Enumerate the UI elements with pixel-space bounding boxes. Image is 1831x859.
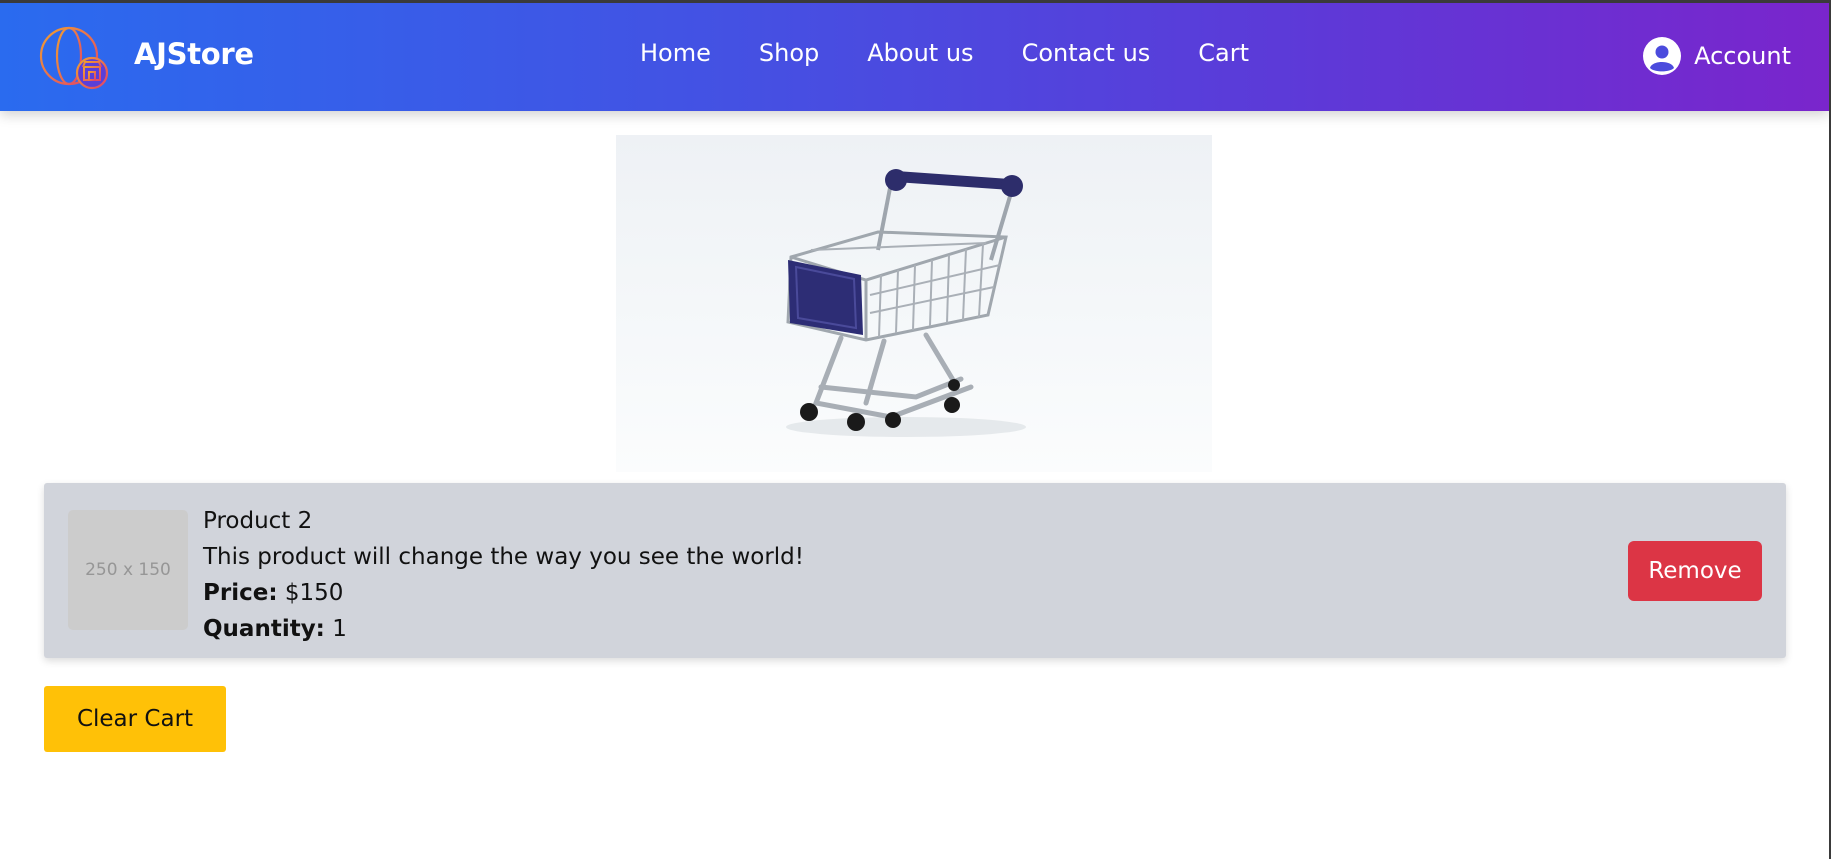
price-label: Price: — [203, 580, 278, 606]
quantity-label: Quantity: — [203, 616, 325, 642]
product-description: This product will change the way you see… — [203, 544, 804, 570]
remove-button[interactable]: Remove — [1628, 541, 1762, 601]
nav-links: Home Shop About us Contact us Cart — [640, 39, 1297, 67]
product-thumbnail-placeholder: 250 x 150 — [68, 510, 188, 630]
shopping-cart-hero-image — [616, 135, 1212, 472]
quantity-value: 1 — [332, 616, 347, 642]
account-button[interactable]: Account — [1643, 37, 1791, 75]
nav-link-home[interactable]: Home — [640, 39, 711, 67]
product-price-row: Price: $150 — [203, 575, 804, 611]
cart-item-details: Product 2 This product will change the w… — [203, 503, 804, 647]
page: AJStore Home Shop About us Contact us Ca… — [0, 0, 1829, 859]
store-globe-logo-icon[interactable] — [36, 25, 112, 91]
nav-link-shop[interactable]: Shop — [759, 39, 819, 67]
account-label: Account — [1694, 42, 1791, 70]
brand-name[interactable]: AJStore — [134, 37, 254, 71]
user-circle-icon — [1643, 37, 1682, 75]
navbar: AJStore Home Shop About us Contact us Ca… — [0, 3, 1829, 111]
thumbnail-dimensions-label: 250 x 150 — [85, 560, 171, 580]
nav-link-cart[interactable]: Cart — [1198, 39, 1249, 67]
price-value: $150 — [284, 580, 344, 606]
cart-item: 250 x 150 Product 2 This product will ch… — [44, 483, 1786, 658]
product-name: Product 2 — [203, 508, 313, 534]
nav-link-about-us[interactable]: About us — [867, 39, 973, 67]
product-quantity-row: Quantity: 1 — [203, 611, 804, 647]
nav-link-contact-us[interactable]: Contact us — [1022, 39, 1151, 67]
clear-cart-button[interactable]: Clear Cart — [44, 686, 226, 752]
